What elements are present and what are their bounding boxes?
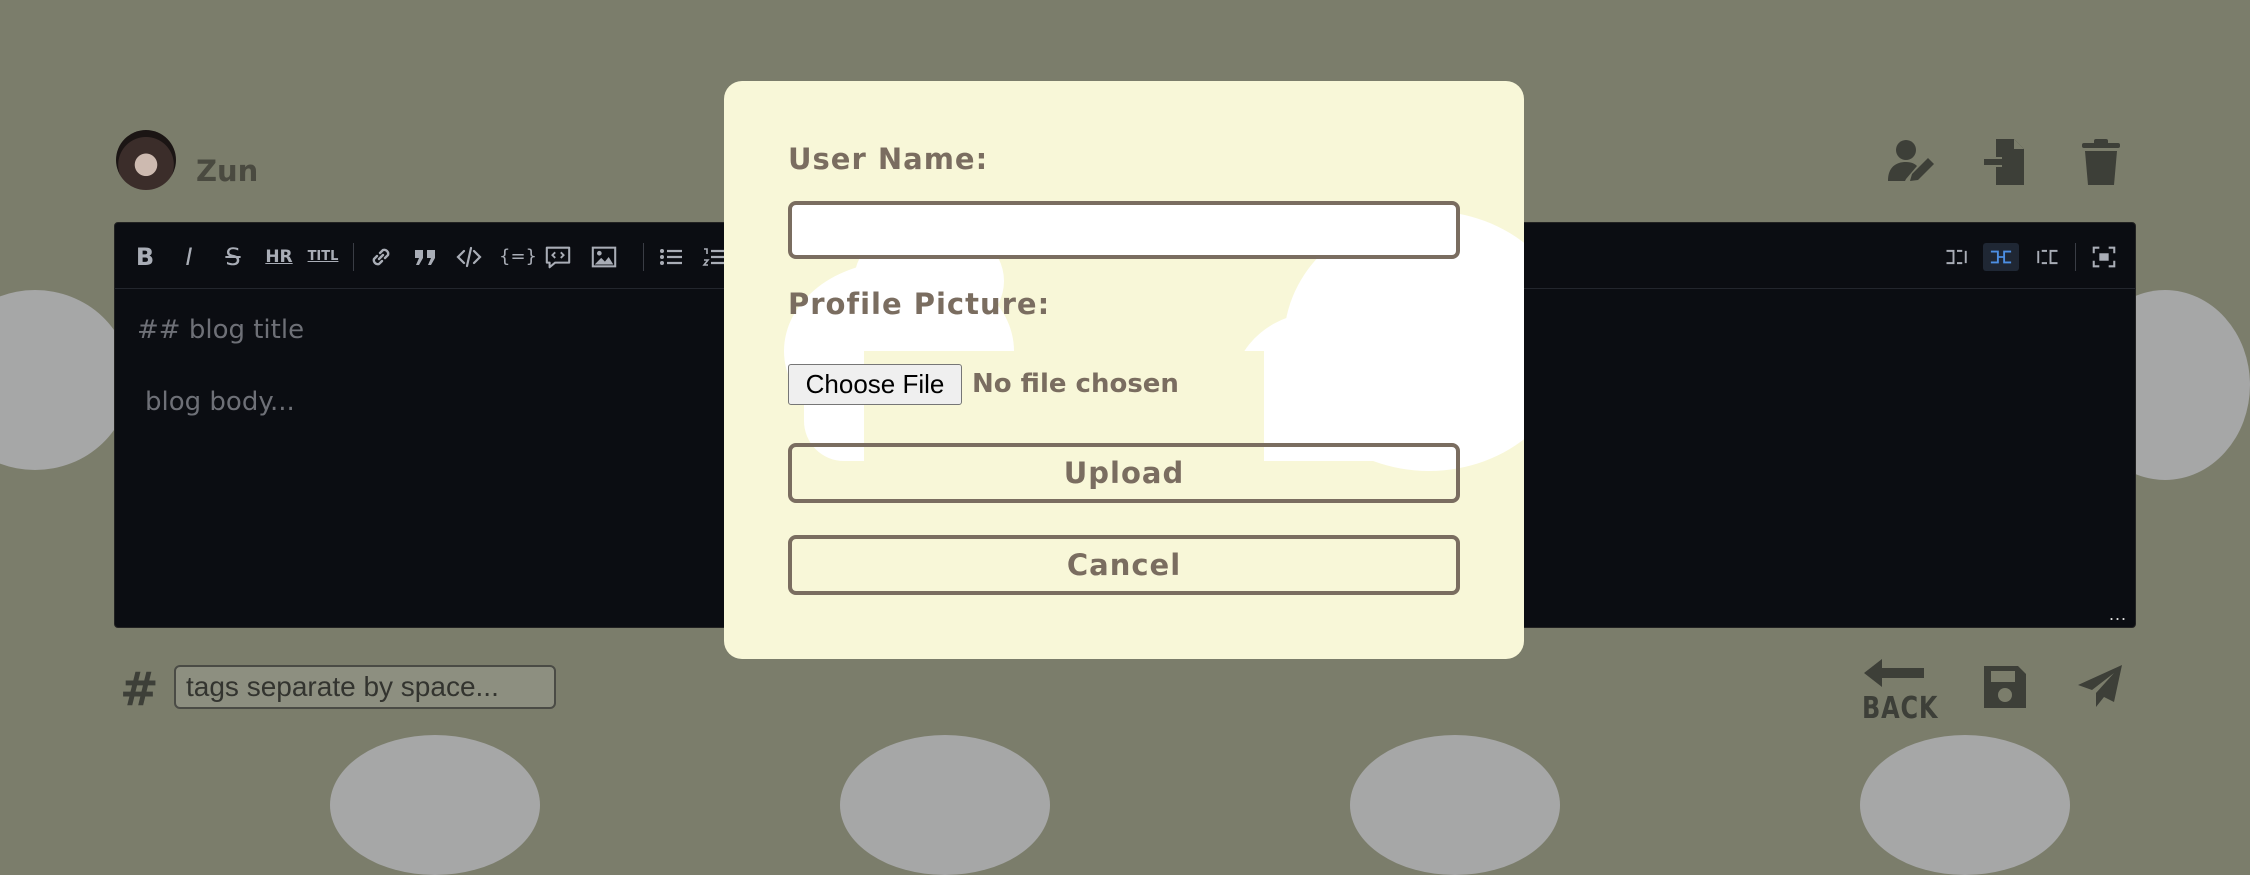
image-icon[interactable] bbox=[589, 243, 619, 271]
background-cloud bbox=[1860, 735, 2070, 875]
username-input[interactable] bbox=[788, 201, 1460, 259]
italic-button[interactable]: I bbox=[175, 243, 203, 271]
avatar[interactable] bbox=[116, 130, 176, 190]
background-cloud bbox=[1350, 735, 1560, 875]
toolbar-separator bbox=[353, 243, 354, 271]
back-arrow-icon[interactable] bbox=[1862, 656, 1926, 690]
toolbar-separator bbox=[643, 243, 644, 271]
user-edit-icon[interactable] bbox=[1884, 135, 1938, 189]
trash-icon[interactable] bbox=[2074, 135, 2128, 189]
code-icon[interactable] bbox=[455, 243, 483, 271]
blog-title-placeholder[interactable]: ## blog title bbox=[137, 315, 304, 345]
background-cloud bbox=[0, 290, 130, 470]
toolbar-separator bbox=[2075, 243, 2076, 271]
title-button[interactable]: TITL bbox=[307, 243, 339, 271]
profile-modal: User Name: Profile Picture: Choose File … bbox=[724, 81, 1524, 659]
resize-handle[interactable]: ... bbox=[2109, 604, 2127, 625]
code-block-button[interactable]: {=} bbox=[499, 243, 537, 271]
preview-only-view-icon[interactable] bbox=[2031, 243, 2063, 271]
username: Zun bbox=[196, 154, 259, 188]
blog-body-placeholder[interactable]: blog body... bbox=[145, 387, 295, 417]
back-button-label[interactable]: BACK bbox=[1862, 691, 1938, 726]
hashtag-icon: # bbox=[120, 662, 159, 716]
link-icon[interactable] bbox=[367, 243, 395, 271]
comment-code-icon[interactable] bbox=[543, 243, 573, 271]
unordered-list-icon[interactable] bbox=[657, 243, 685, 271]
quote-icon[interactable] bbox=[411, 243, 439, 271]
split-view-icon[interactable] bbox=[1983, 243, 2019, 271]
send-icon[interactable] bbox=[2074, 660, 2128, 714]
background-cloud bbox=[840, 735, 1050, 875]
profile-picture-label: Profile Picture: bbox=[788, 287, 1051, 321]
background-cloud bbox=[330, 735, 540, 875]
editor-only-view-icon[interactable] bbox=[1941, 243, 1973, 271]
horizontal-rule-button[interactable]: HR bbox=[263, 243, 295, 271]
no-file-status: No file chosen bbox=[972, 369, 1179, 399]
cancel-button[interactable]: Cancel bbox=[788, 535, 1460, 595]
file-import-icon[interactable] bbox=[1980, 135, 2034, 189]
strikethrough-button[interactable]: S bbox=[219, 243, 247, 271]
choose-file-button[interactable]: Choose File bbox=[788, 364, 962, 405]
bold-button[interactable]: B bbox=[131, 243, 159, 271]
tags-input[interactable] bbox=[174, 665, 556, 709]
fullscreen-icon[interactable] bbox=[2089, 243, 2119, 271]
upload-button[interactable]: Upload bbox=[788, 443, 1460, 503]
username-label: User Name: bbox=[788, 142, 989, 176]
save-icon[interactable] bbox=[1978, 660, 2032, 714]
